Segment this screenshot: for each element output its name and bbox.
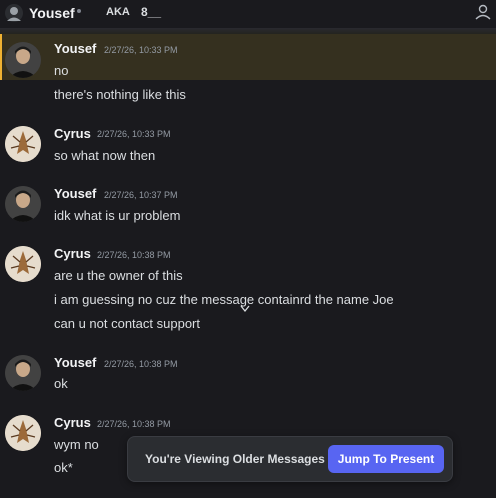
dm-avatar-icon[interactable]: [4, 3, 24, 23]
avatar[interactable]: [5, 355, 41, 391]
avatar[interactable]: [5, 246, 41, 282]
author-name[interactable]: Yousef: [54, 41, 96, 56]
user-profile-icon[interactable]: [474, 3, 492, 21]
jump-to-present-button[interactable]: Jump To Present: [328, 445, 444, 473]
aka-label: AKA: [106, 6, 130, 18]
message-text: wym no: [54, 437, 99, 452]
message-text: ok*: [54, 460, 73, 475]
message-text: no: [54, 63, 69, 78]
message-timestamp: 2/27/26, 10:38 PM: [104, 359, 178, 369]
author-name[interactable]: Cyrus: [54, 246, 91, 261]
older-messages-banner: You're Viewing Older Messages Jump To Pr…: [127, 436, 453, 482]
nickname-label: 8__: [141, 5, 162, 19]
avatar[interactable]: [5, 42, 41, 78]
message-timestamp: 2/27/26, 10:33 PM: [97, 129, 171, 139]
message-timestamp: 2/27/26, 10:33 PM: [104, 45, 178, 55]
message-text: i am guessing no cuz the message contain…: [54, 292, 394, 307]
message-text: ok: [54, 376, 68, 391]
avatar[interactable]: [5, 415, 41, 451]
avatar[interactable]: [5, 186, 41, 222]
channel-header: Yousef AKA 8__: [0, 0, 496, 28]
highlight-accent-bar: [0, 34, 2, 80]
author-name[interactable]: Cyrus: [54, 415, 91, 430]
message-text: are u the owner of this: [54, 268, 183, 283]
message-text: there's nothing like this: [54, 87, 186, 102]
channel-title: Yousef: [29, 5, 75, 21]
message-timestamp: 2/27/26, 10:38 PM: [97, 250, 171, 260]
message-timestamp: 2/27/26, 10:37 PM: [104, 190, 178, 200]
avatar[interactable]: [5, 126, 41, 162]
author-name[interactable]: Cyrus: [54, 126, 91, 141]
older-messages-text: You're Viewing Older Messages: [145, 452, 325, 466]
author-name[interactable]: Yousef: [54, 355, 96, 370]
separator-dot: [77, 9, 81, 13]
message-timestamp: 2/27/26, 10:38 PM: [97, 419, 171, 429]
message-text: idk what is ur problem: [54, 208, 181, 223]
message-text: can u not contact support: [54, 316, 200, 331]
author-name[interactable]: Yousef: [54, 186, 96, 201]
mouse-cursor-icon: [240, 305, 250, 313]
message-text: so what now then: [54, 148, 156, 163]
